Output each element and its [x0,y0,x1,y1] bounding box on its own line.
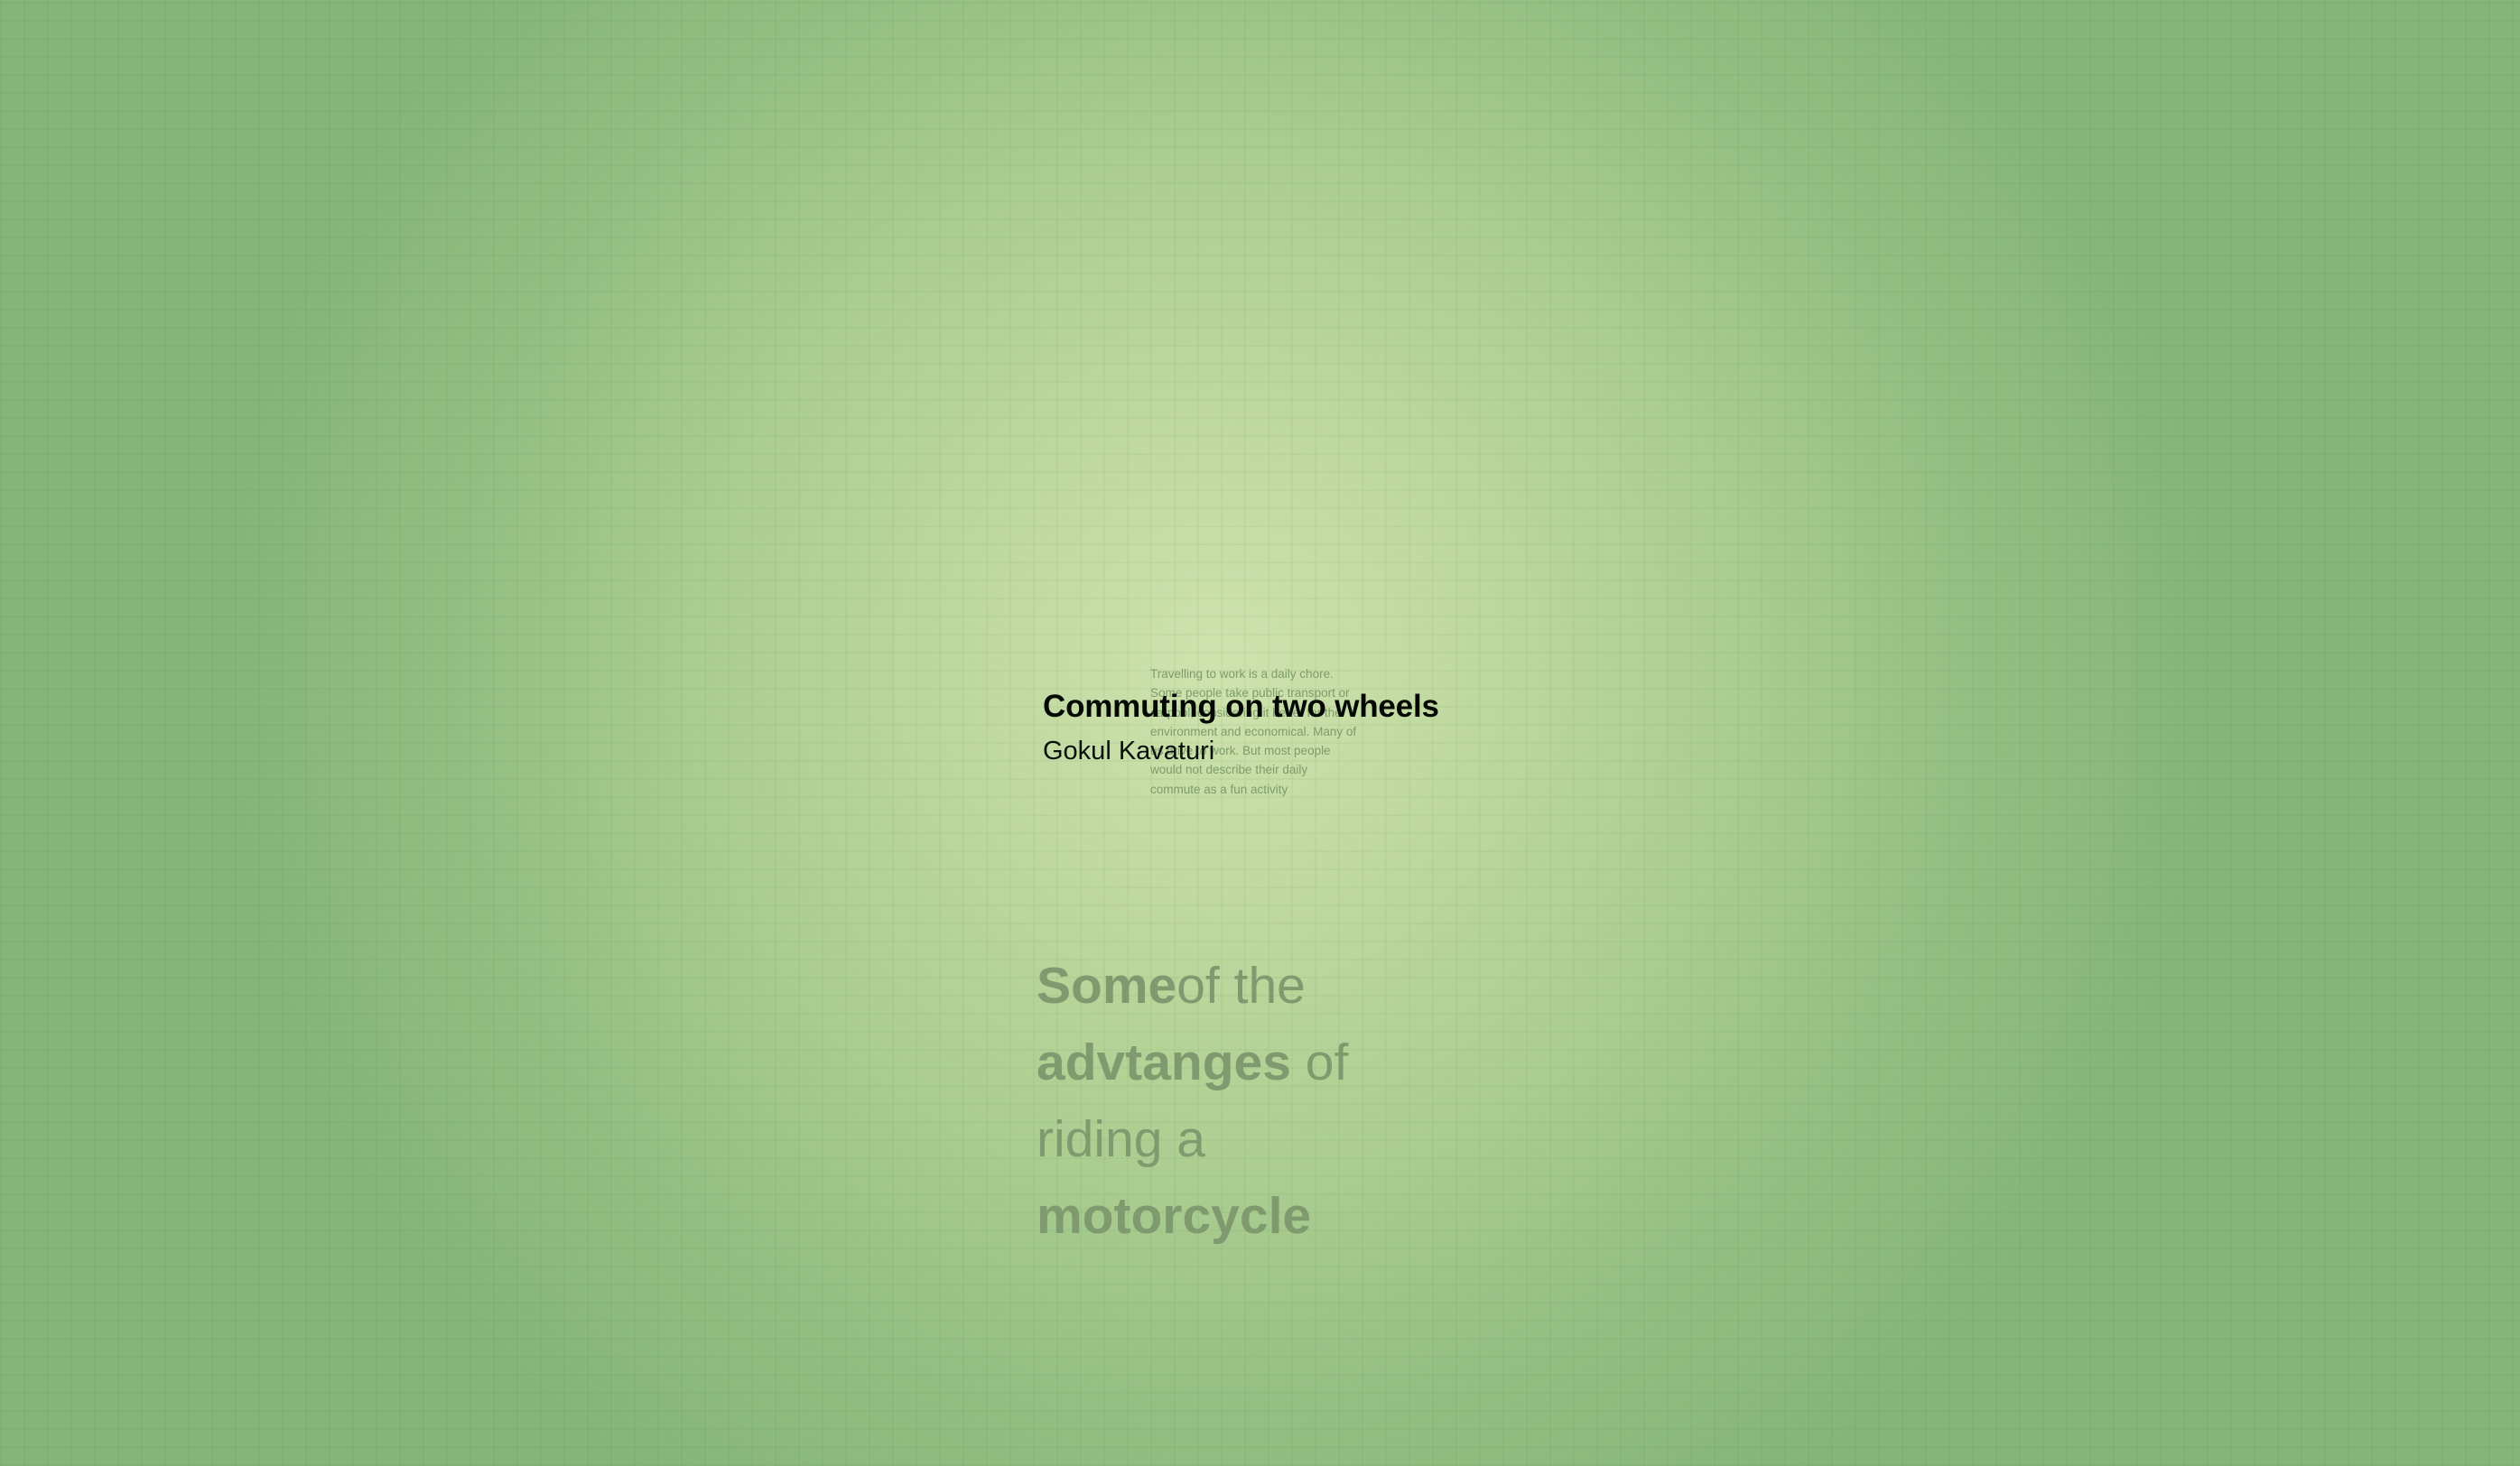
advantages-line-3: riding a [1037,1110,1205,1168]
heading-text: of the [1176,957,1306,1015]
article-author: Gokul Kavaturi [1043,737,1215,765]
heading-text: of [1290,1034,1349,1091]
advantages-heading: Someof the advtanges of riding a motorcy… [1037,948,1348,1255]
heading-bold-word: Some [1037,957,1177,1015]
heading-bold-word: motorcycle [1037,1187,1312,1245]
advantages-line-1: Someof the [1037,948,1348,1025]
article-intro: Travelling to work is a daily chore. Som… [1150,664,1394,799]
advantages-line-4: motorcycle [1037,1178,1348,1255]
article-title: Commuting on two wheels [1043,689,1439,724]
intro-line: Travelling to work is a daily chore. [1150,667,1334,681]
advantages-line-2: advtanges of [1037,1025,1348,1101]
heading-bold-word: advtanges [1037,1034,1291,1091]
intro-line: commute as a fun activity [1150,782,1288,796]
